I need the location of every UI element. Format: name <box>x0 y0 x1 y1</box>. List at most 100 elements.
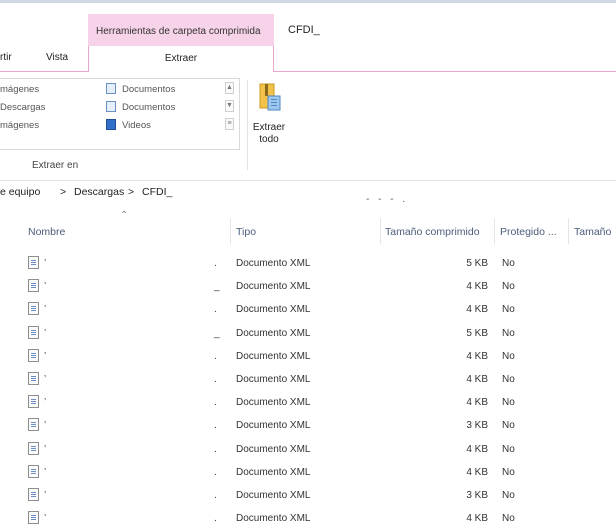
table-row[interactable]: ’. Documento XML 4 KB No <box>0 298 616 321</box>
file-name-tail: . <box>214 351 217 362</box>
gallery-scroll-up-icon[interactable]: ▲ <box>225 82 234 94</box>
xml-file-icon <box>28 418 39 431</box>
extract-all-button[interactable]: Extraer todo <box>252 122 286 146</box>
xml-file-icon <box>28 256 39 269</box>
file-name-tail: . <box>214 420 217 431</box>
table-row[interactable]: ’. Documento XML 3 KB No <box>0 414 616 437</box>
table-row[interactable]: ’. Documento XML 4 KB No <box>0 461 616 484</box>
file-type: Documento XML <box>236 351 311 362</box>
file-protected: No <box>502 281 515 292</box>
table-row[interactable]: ’. Documento XML 3 KB No <box>0 484 616 507</box>
file-name-tail: . <box>214 304 217 315</box>
file-compressed-size: 4 KB <box>466 397 488 408</box>
file-name-fragment: ’ <box>44 374 47 385</box>
file-name-fragment: ’ <box>44 444 47 455</box>
table-row[interactable]: ’. Documento XML 4 KB No <box>0 507 616 530</box>
file-type: Documento XML <box>236 304 311 315</box>
gallery-expand-icon[interactable]: ≡ <box>225 118 234 130</box>
file-protected: No <box>502 397 515 408</box>
file-type: Documento XML <box>236 397 311 408</box>
breadcrumb-descargas[interactable]: Descargas <box>74 186 124 198</box>
column-separator[interactable] <box>380 218 381 244</box>
file-name-tail: . <box>214 397 217 408</box>
table-row[interactable]: ’. Documento XML 4 KB No <box>0 391 616 414</box>
file-name-tail: _ <box>214 281 220 292</box>
file-type: Documento XML <box>236 258 311 269</box>
file-compressed-size: 4 KB <box>466 467 488 478</box>
xml-file-icon <box>28 372 39 385</box>
destination-documentos-2[interactable]: Documentos <box>122 102 175 113</box>
file-name-fragment: ’ <box>44 397 47 408</box>
xml-file-icon <box>28 488 39 501</box>
file-type: Documento XML <box>236 490 311 501</box>
xml-file-icon <box>28 395 39 408</box>
destination-imagenes[interactable]: mágenes <box>0 84 39 95</box>
file-name-fragment: ’ <box>44 351 47 362</box>
column-header-nombre[interactable]: Nombre <box>28 226 65 238</box>
tab-extraer[interactable]: Extraer <box>88 46 274 72</box>
gallery-scroll-down-icon[interactable]: ▼ <box>225 100 234 112</box>
xml-file-icon <box>28 302 39 315</box>
tab-compartir[interactable]: rtir <box>0 52 12 63</box>
window-title: CFDI_ <box>288 24 320 36</box>
tab-vista[interactable]: Vista <box>46 52 68 63</box>
column-separator[interactable] <box>568 218 569 244</box>
file-compressed-size: 4 KB <box>466 444 488 455</box>
file-name-fragment: ’ <box>44 258 47 269</box>
extract-all-icon[interactable] <box>258 82 282 112</box>
breadcrumb-separator: > <box>128 186 135 198</box>
file-protected: No <box>502 467 515 478</box>
context-tab-label: Herramientas de carpeta comprimida <box>96 26 261 37</box>
file-protected: No <box>502 304 515 315</box>
address-trailing: - - - . <box>366 194 409 205</box>
file-name-tail: _ <box>214 328 220 339</box>
destination-documentos[interactable]: Documentos <box>122 84 175 95</box>
table-row[interactable]: ’. Documento XML 4 KB No <box>0 438 616 461</box>
file-protected: No <box>502 374 515 385</box>
file-name-tail: . <box>214 467 217 478</box>
file-protected: No <box>502 258 515 269</box>
table-row[interactable]: ’ _ Documento XML 4 KB No <box>0 275 616 298</box>
file-type: Documento XML <box>236 444 311 455</box>
documents-folder-icon <box>106 83 116 94</box>
group-label-extraer-en: Extraer en <box>32 160 79 171</box>
column-header-tamano-comprimido[interactable]: Tamaño comprimido <box>385 226 480 238</box>
destination-descargas[interactable]: Descargas <box>0 102 45 113</box>
destination-imagenes-2[interactable]: mágenes <box>0 120 39 131</box>
table-row[interactable]: ’. Documento XML 5 KB No <box>0 252 616 275</box>
table-row[interactable]: ’. Documento XML 4 KB No <box>0 345 616 368</box>
breadcrumb: e equipo > Descargas > CFDI_ <box>0 186 616 204</box>
file-name-fragment: ’ <box>44 304 47 315</box>
file-name-tail: . <box>214 444 217 455</box>
file-type: Documento XML <box>236 420 311 431</box>
table-row[interactable]: ’. Documento XML 4 KB No <box>0 368 616 391</box>
breadcrumb-cfdi[interactable]: CFDI_ <box>142 186 172 198</box>
file-name-tail: . <box>214 258 217 269</box>
file-compressed-size: 5 KB <box>466 258 488 269</box>
xml-file-icon <box>28 442 39 455</box>
destination-videos[interactable]: Videos <box>122 120 151 131</box>
table-row[interactable]: ’ _ Documento XML 5 KB No <box>0 322 616 345</box>
file-protected: No <box>502 351 515 362</box>
file-name-fragment: ’ <box>44 490 47 501</box>
file-name-fragment: ’ <box>44 513 47 524</box>
file-compressed-size: 4 KB <box>466 351 488 362</box>
column-separator[interactable] <box>230 218 231 244</box>
column-separator[interactable] <box>494 218 495 244</box>
file-name-tail: . <box>214 490 217 501</box>
file-compressed-size: 3 KB <box>466 420 488 431</box>
xml-file-icon <box>28 465 39 478</box>
column-header-protegido[interactable]: Protegido ... <box>500 226 557 238</box>
file-name-fragment: ’ <box>44 420 47 431</box>
file-compressed-size: 4 KB <box>466 374 488 385</box>
videos-folder-icon <box>106 119 116 130</box>
file-name-fragment: ’ <box>44 467 47 478</box>
column-header-tamano[interactable]: Tamaño <box>574 226 611 238</box>
xml-file-icon <box>28 279 39 292</box>
breadcrumb-este-equipo[interactable]: e equipo <box>0 186 40 198</box>
column-header-tipo[interactable]: Tipo <box>236 226 256 238</box>
file-type: Documento XML <box>236 374 311 385</box>
file-compressed-size: 3 KB <box>466 490 488 501</box>
file-compressed-size: 4 KB <box>466 513 488 524</box>
file-name-fragment: ’ <box>44 281 47 292</box>
